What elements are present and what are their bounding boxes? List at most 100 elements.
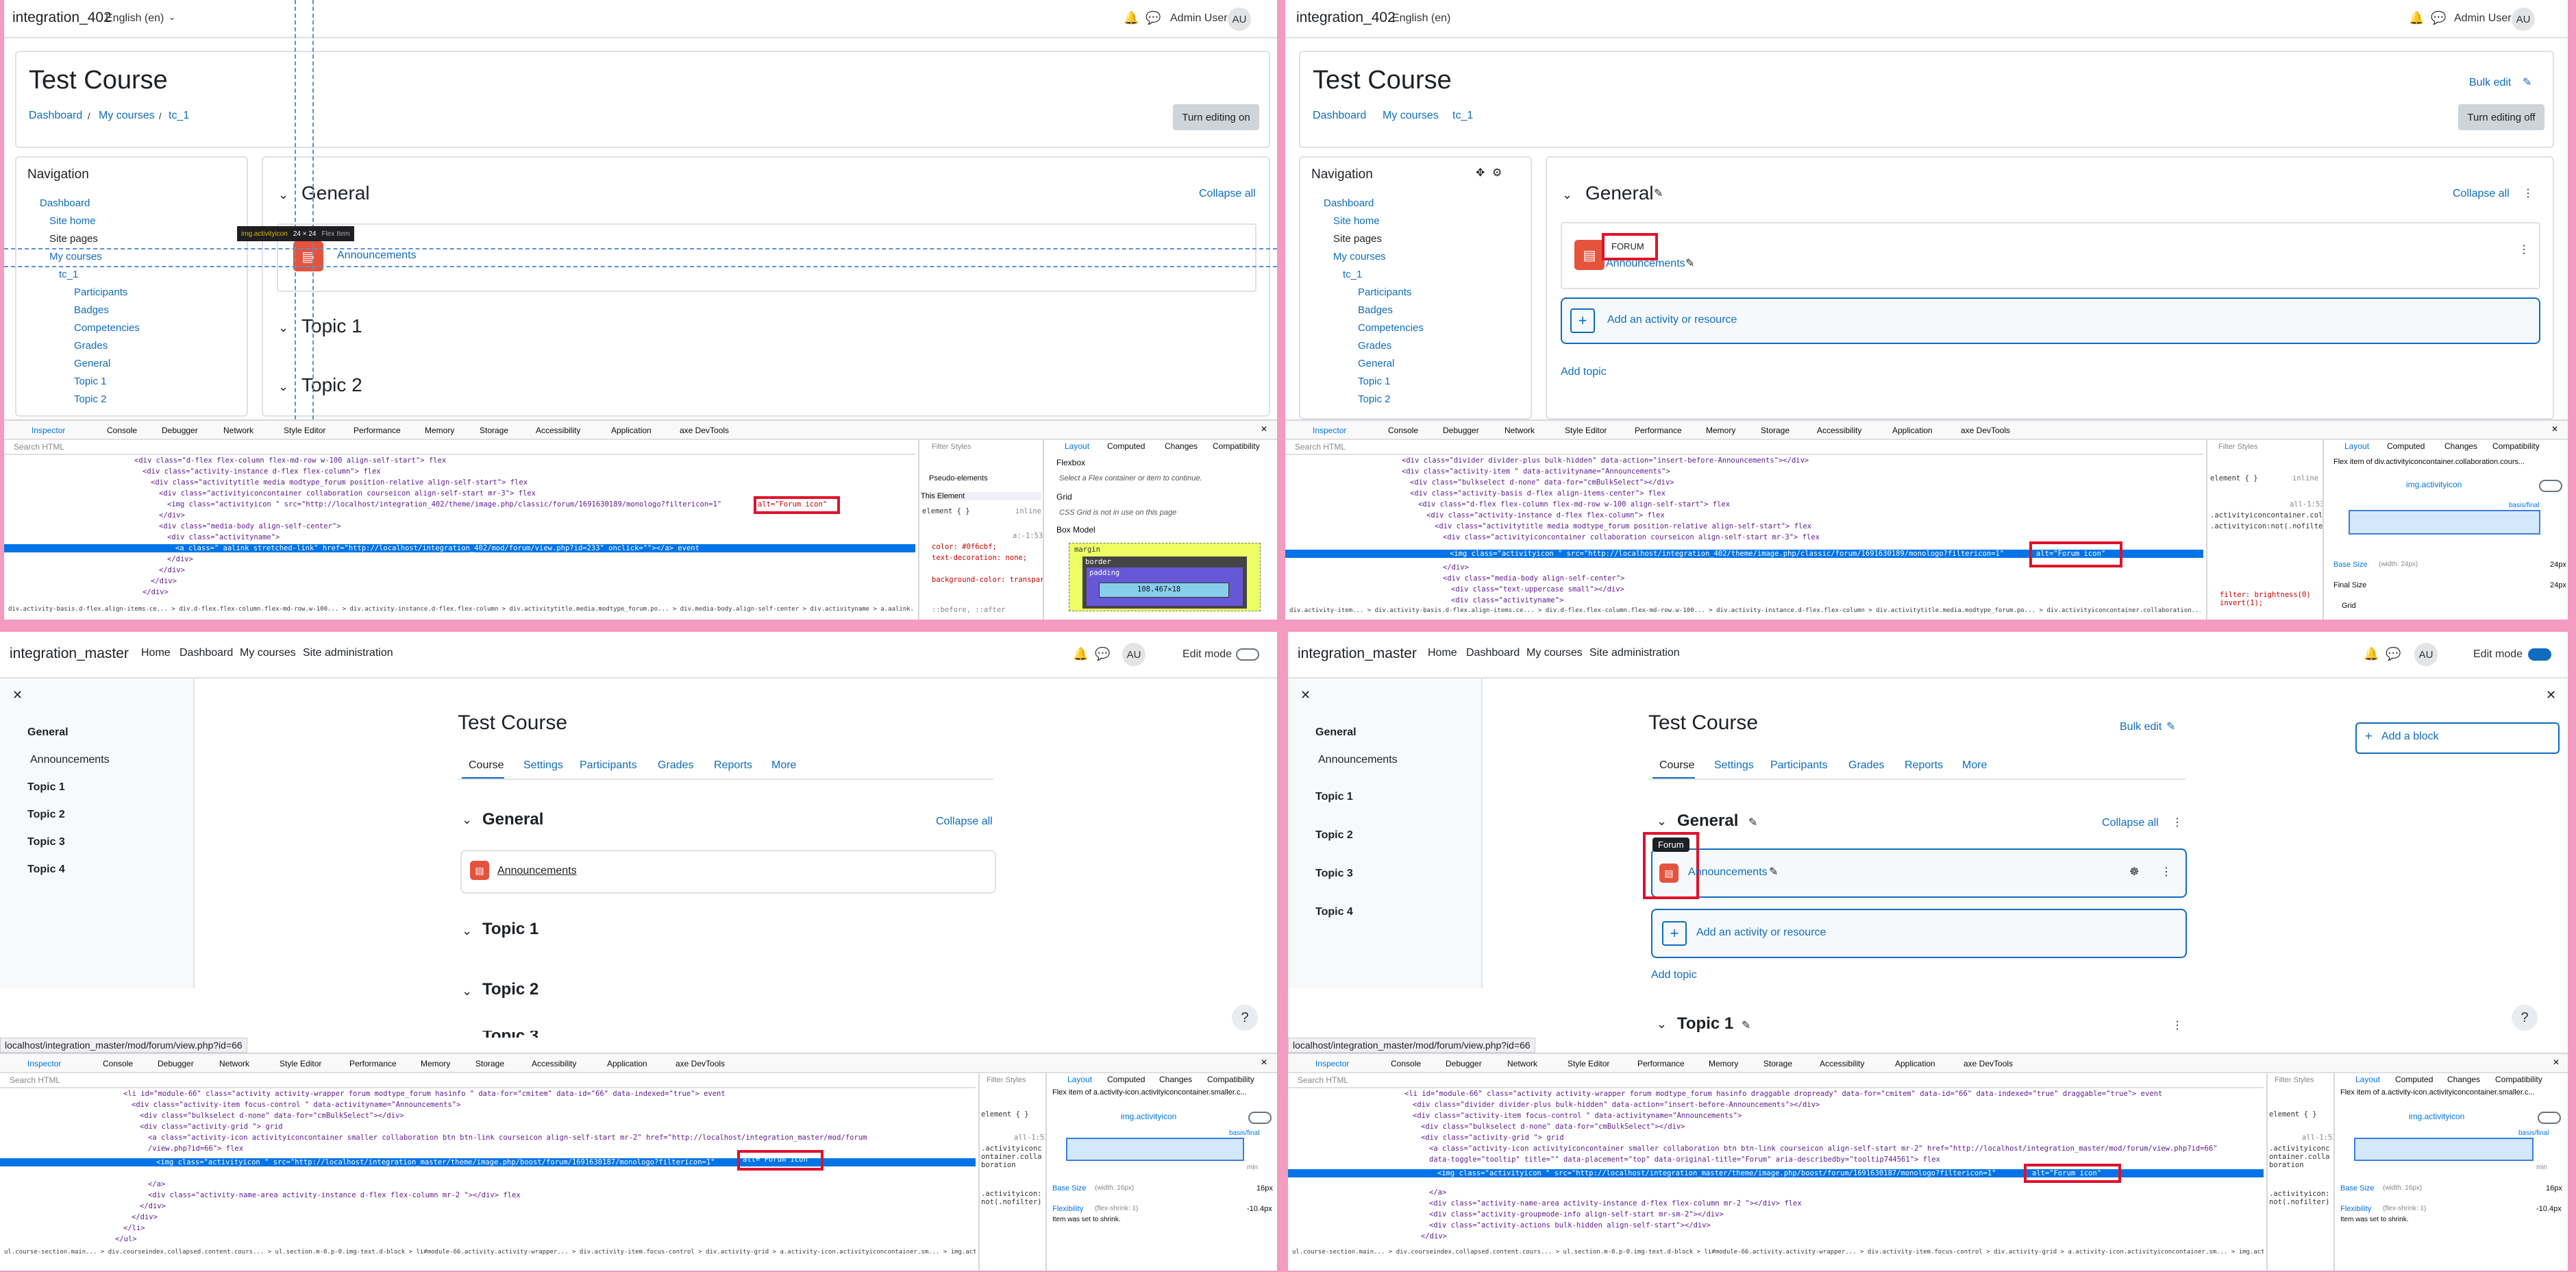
code-line[interactable]: <div class="media-body align-self-center… — [1443, 574, 1625, 583]
code-line[interactable]: <div class="activity-basis d-flex align-… — [1410, 489, 1665, 498]
announcements-link[interactable]: Announcements — [337, 249, 417, 262]
rule-line[interactable]: element { } — [922, 507, 970, 515]
add-activity-link[interactable]: Add an activity or resource — [1607, 314, 1737, 326]
tab-style-editor[interactable]: Style Editor — [1565, 426, 1607, 435]
code-line[interactable]: <div class="activityname"> — [167, 533, 280, 541]
tab-debugger[interactable]: Debugger — [1443, 426, 1479, 435]
code-line[interactable]: </div> — [140, 1202, 166, 1210]
close-block-drawer-icon[interactable]: ✕ — [2546, 688, 2556, 702]
code-line[interactable]: </a> — [1429, 1188, 1446, 1197]
tab-console[interactable]: Console — [107, 426, 137, 435]
nav-home[interactable]: Home — [1428, 647, 1457, 659]
chevron-down-icon[interactable]: ⌄ — [462, 813, 472, 827]
tab-settings[interactable]: Settings — [523, 759, 563, 772]
tab-inspector[interactable]: Inspector — [27, 1059, 61, 1068]
flex-toggle[interactable] — [2538, 1112, 2561, 1124]
tab-axe-devtools[interactable]: axe DevTools — [676, 1059, 725, 1068]
chevron-down-icon[interactable]: ⌄ — [278, 380, 288, 394]
code-line[interactable]: </li> — [123, 1224, 145, 1232]
code-line[interactable]: <div class="media-body align-self-center… — [159, 522, 341, 530]
code-line[interactable]: <div class="activity-item focus-control … — [132, 1101, 460, 1109]
avatar[interactable]: AU — [1122, 643, 1145, 666]
code-line[interactable]: <li id="module-66" class="activity activ… — [1404, 1090, 2162, 1098]
rule-line[interactable]: color: #0f6cbf; — [932, 543, 997, 551]
changes-tab[interactable]: Changes — [1165, 441, 1198, 451]
site-name[interactable]: integration_402 — [1296, 10, 1396, 26]
nav-general[interactable]: General — [1358, 358, 1394, 369]
code-line[interactable]: <div class="activity-groupmode-info alig… — [1429, 1210, 1724, 1219]
pencil-icon[interactable]: ✎ — [1742, 1018, 1750, 1032]
rule-line[interactable]: a:-1:53 — [1013, 532, 1043, 540]
nav-my-courses[interactable]: My courses — [1526, 647, 1583, 659]
flexbox-header[interactable]: Flexbox — [1056, 458, 1085, 467]
collapse-all-link[interactable]: Collapse all — [1199, 188, 1256, 200]
tab-console[interactable]: Console — [1391, 1059, 1421, 1068]
messages-icon[interactable]: 💬 — [2386, 647, 2401, 661]
edit-mode-toggle[interactable] — [1236, 648, 1259, 661]
filter-styles-input[interactable]: Filter Styles — [2218, 443, 2257, 451]
rule-line[interactable]: .activityiconcontainer.collaboration — [981, 1145, 1045, 1169]
code-line[interactable]: <div class="bulkselect d-none" data-for=… — [140, 1112, 404, 1120]
code-line[interactable]: <div class="activity-grid "> grid — [1421, 1134, 1564, 1142]
code-line[interactable]: </div> — [159, 511, 185, 519]
nav-dashboard[interactable]: Dashboard — [1324, 197, 1374, 209]
language-menu[interactable]: English (en) — [1392, 12, 1450, 25]
code-line[interactable]: <div class="activity-actions bulk-hidden… — [1429, 1221, 1711, 1230]
breadcrumb-bar[interactable]: div.activity-basis.d-flex.align-items.ce… — [8, 606, 913, 613]
collapse-all-link[interactable]: Collapse all — [2453, 188, 2510, 200]
rule-line[interactable]: text-decoration: none; — [932, 554, 1027, 562]
tab-reports[interactable]: Reports — [714, 759, 752, 772]
kebab-menu-icon[interactable]: ⋮ — [2518, 243, 2529, 256]
tab-storage[interactable]: Storage — [1761, 426, 1789, 435]
nav-tc1[interactable]: tc_1 — [1343, 269, 1362, 280]
close-drawer-icon[interactable]: ✕ — [12, 688, 23, 702]
filter-styles-input[interactable]: Filter Styles — [2275, 1076, 2314, 1084]
announcements-link[interactable]: Announcements — [1606, 258, 1685, 270]
code-line[interactable]: </div> — [159, 566, 185, 574]
code-line[interactable]: data-toggle="tooltip" title="" data-plac… — [1429, 1155, 1940, 1164]
close-icon[interactable]: ✕ — [2553, 1057, 2560, 1067]
layout-tab[interactable]: Layout — [1067, 1075, 1092, 1084]
index-topic2[interactable]: Topic 2 — [27, 809, 65, 821]
pseudo-elements[interactable]: Pseudo-elements — [929, 474, 988, 482]
code-line[interactable]: <div class="divider divider-plus bulk-hi… — [1402, 456, 1809, 465]
pencil-icon[interactable]: ✎ — [2523, 75, 2531, 89]
nav-grades[interactable]: Grades — [1358, 340, 1391, 352]
code-line[interactable]: </div> — [167, 555, 193, 563]
grid-header[interactable]: Grid — [2342, 602, 2356, 610]
tab-inspector[interactable]: Inspector — [1315, 1059, 1349, 1068]
breadcrumb-tc1[interactable]: tc_1 — [169, 110, 189, 122]
code-line[interactable]: <a class="activity-icon activityiconcont… — [148, 1134, 867, 1142]
chevron-down-icon[interactable]: ⌄ — [462, 984, 472, 999]
tab-style-editor[interactable]: Style Editor — [1568, 1059, 1609, 1068]
tab-application[interactable]: Application — [1892, 426, 1933, 435]
code-line[interactable]: <div class="bulkselect d-none" data-for=… — [1421, 1123, 1685, 1131]
code-line[interactable]: <div class="activity-instance d-flex fle… — [1426, 511, 1665, 519]
pencil-icon[interactable]: ✎ — [1769, 865, 1778, 879]
tab-axe-devtools[interactable]: axe DevTools — [1964, 1059, 2013, 1068]
pencil-icon[interactable]: ✎ — [1685, 256, 1694, 270]
tab-console[interactable]: Console — [103, 1059, 133, 1068]
breadcrumb-bar[interactable]: ul.course-section.main... > div.coursein… — [4, 1249, 976, 1256]
tab-console[interactable]: Console — [1388, 426, 1418, 435]
code-line[interactable]: <div class="activity-name-area activity-… — [148, 1191, 521, 1199]
tab-performance[interactable]: Performance — [354, 426, 401, 435]
layout-tab[interactable]: Layout — [2355, 1075, 2380, 1084]
tab-inspector[interactable]: Inspector — [1313, 426, 1346, 435]
nav-site-pages[interactable]: Site pages — [49, 233, 98, 245]
tab-course[interactable]: Course — [469, 759, 504, 772]
turn-editing-on-button[interactable]: Turn editing on — [1173, 104, 1259, 130]
kebab-menu-icon[interactable]: ⋮ — [2523, 186, 2534, 200]
edit-mode-toggle[interactable] — [2528, 648, 2551, 661]
tab-network[interactable]: Network — [1504, 426, 1535, 435]
changes-tab[interactable]: Changes — [1159, 1075, 1192, 1084]
code-line[interactable]: /view.php?id=66"> flex — [148, 1145, 243, 1153]
tab-accessibility[interactable]: Accessibility — [536, 426, 580, 435]
nav-site-home[interactable]: Site home — [1333, 215, 1380, 227]
chevron-down-icon[interactable]: ⌄ — [278, 321, 288, 335]
notification-bell-icon[interactable]: 🔔 — [1073, 647, 1088, 661]
search-html-input[interactable]: Search HTML — [10, 1075, 60, 1085]
forum-icon[interactable]: ▤ — [1659, 864, 1679, 883]
tab-performance[interactable]: Performance — [349, 1059, 397, 1068]
nav-topic1[interactable]: Topic 1 — [74, 376, 107, 387]
